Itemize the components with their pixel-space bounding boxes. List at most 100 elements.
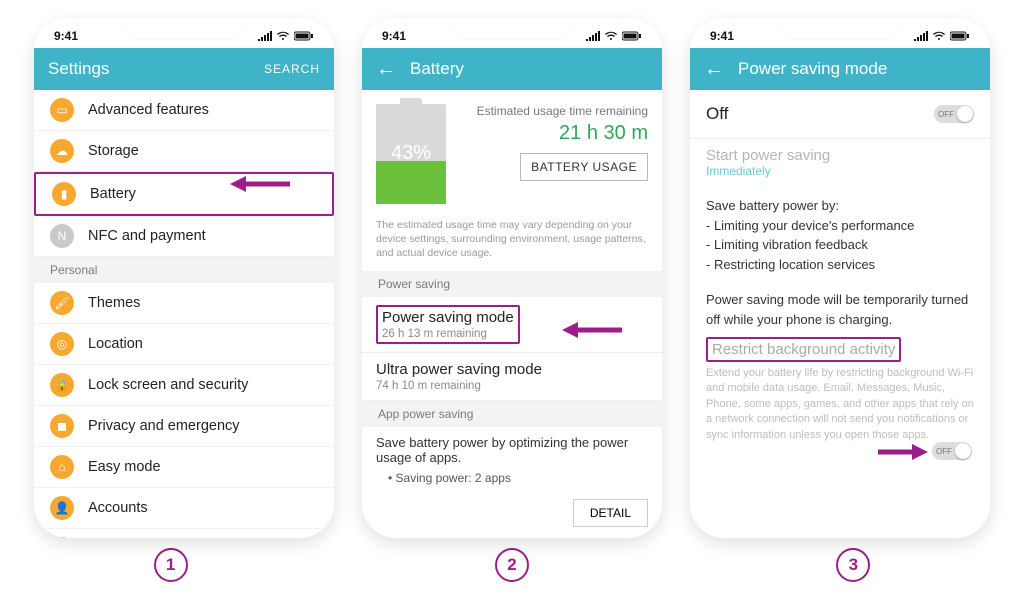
notch [452,18,572,40]
alert-icon: ◼ [50,414,74,438]
app-power-bullet: Saving power: 2 apps [396,471,511,485]
signal-icon [258,31,272,41]
header-title: Battery [410,59,464,79]
settings-item-accounts[interactable]: 👤 Accounts [34,488,334,529]
step-indicators: 1 2 3 [0,548,1024,582]
start-power-saving-title[interactable]: Start power saving [690,139,990,164]
battery-status-icon [294,31,314,41]
battery-status-icon [622,31,642,41]
psm-title: Power saving mode [378,307,518,326]
wifi-icon [604,31,618,41]
psm-sub: 26 h 13 m remaining [378,328,518,342]
restrict-row[interactable]: Restrict background activity [690,337,990,362]
battery-fill [376,161,446,204]
item-label: Themes [88,295,140,311]
app-power-desc: Save battery power by optimizing the pow… [376,435,648,465]
settings-item-storage[interactable]: ☁ Storage [34,131,334,172]
item-label: NFC and payment [88,228,206,244]
item-label: Easy mode [88,459,161,475]
pin-icon: ◎ [50,332,74,356]
phone-icon: ▭ [50,98,74,122]
battery-content: 43% Estimated usage time remaining 21 h … [362,90,662,538]
status-indicators [586,31,642,41]
header-battery: ← Battery [362,48,662,90]
item-label: Privacy and emergency [88,418,240,434]
settings-item-nfc[interactable]: N NFC and payment [34,216,334,257]
settings-item-location[interactable]: ◎ Location [34,324,334,365]
item-label: Location [88,336,143,352]
status-indicators [258,31,314,41]
status-time: 9:41 [710,29,734,43]
ultra-power-saving-item[interactable]: Ultra power saving mode 74 h 10 m remain… [362,353,662,401]
back-icon[interactable]: ← [376,59,396,79]
estimate-label: Estimated usage time remaining [458,104,648,118]
save-info: Save battery power by: - Limiting your d… [690,188,990,282]
settings-item-privacy[interactable]: ◼ Privacy and emergency [34,406,334,447]
status-indicators [914,31,970,41]
item-label: Storage [88,143,139,159]
step-2: 2 [495,548,529,582]
settings-list: ▭ Advanced features ☁ Storage ▮ Battery … [34,90,334,538]
header-title: Power saving mode [738,59,887,79]
status-time: 9:41 [54,29,78,43]
battery-summary: 43% Estimated usage time remaining 21 h … [362,90,662,218]
phone-battery: 9:41 ← Battery 43% Estimated usage time … [362,18,662,538]
psm-master-toggle[interactable]: OFF [934,105,974,123]
section-power-saving: Power saving [362,271,662,297]
save-intro: Save battery power by: [706,196,974,216]
step-1: 1 [154,548,188,582]
save-b3: - Restricting location services [706,255,974,275]
battery-usage-button[interactable]: BATTERY USAGE [520,153,648,181]
lock-icon: 🔒 [50,373,74,397]
header-psm: ← Power saving mode [690,48,990,90]
user-icon: 👤 [50,496,74,520]
upsm-title: Ultra power saving mode [376,361,648,378]
section-app-power: App power saving [362,401,662,427]
battery-percent: 43% [376,142,446,165]
signal-icon [914,31,928,41]
save-b2: - Limiting vibration feedback [706,235,974,255]
wifi-icon [932,31,946,41]
item-label: Lock screen and security [88,377,248,393]
search-button[interactable]: SEARCH [264,62,320,76]
battery-status-icon [950,31,970,41]
item-label: Battery [90,186,136,202]
notch [780,18,900,40]
psm-master-toggle-row: Off OFF [690,90,990,138]
home-icon: ⌂ [50,455,74,479]
brush-icon: 🖌 [50,291,74,315]
settings-item-lock[interactable]: 🔒 Lock screen and security [34,365,334,406]
settings-item-easymode[interactable]: ⌂ Easy mode [34,447,334,488]
detail-button[interactable]: DETAIL [573,499,648,527]
battery-graphic: 43% [376,104,446,204]
psm-content: Off OFF Start power saving Immediately S… [690,90,990,538]
settings-item-advanced[interactable]: ▭ Advanced features [34,90,334,131]
wifi-icon [276,31,290,41]
back-icon[interactable]: ← [704,59,724,79]
header-settings: Settings SEARCH [34,48,334,90]
restrict-toggle[interactable]: OFF [932,442,972,460]
status-time: 9:41 [382,29,406,43]
settings-item-google[interactable]: G Google [34,529,334,538]
save-b1: - Limiting your device's performance [706,216,974,236]
signal-icon [586,31,600,41]
nfc-icon: N [50,224,74,248]
battery-disclaimer: The estimated usage time may vary depend… [362,218,662,271]
settings-item-themes[interactable]: 🖌 Themes [34,283,334,324]
app-power-item[interactable]: Save battery power by optimizing the pow… [362,427,662,493]
arrow-annotation [230,172,290,196]
google-icon: G [50,537,74,538]
phone-power-saving: 9:41 ← Power saving mode Off OFF Start p… [690,18,990,538]
restrict-title: Restrict background activity [706,337,901,362]
item-label: Accounts [88,500,148,516]
item-label: Advanced features [88,102,209,118]
phone-settings: 9:41 Settings SEARCH ▭ Advanced features… [34,18,334,538]
arrow-annotation [878,440,928,464]
arrow-annotation [562,318,622,342]
estimate-time: 21 h 30 m [458,122,648,145]
notch [124,18,244,40]
charging-note: Power saving mode will be temporarily tu… [690,282,990,337]
battery-icon: ▮ [52,182,76,206]
start-power-saving-sub: Immediately [690,164,990,188]
psm-off-label: Off [706,104,934,124]
